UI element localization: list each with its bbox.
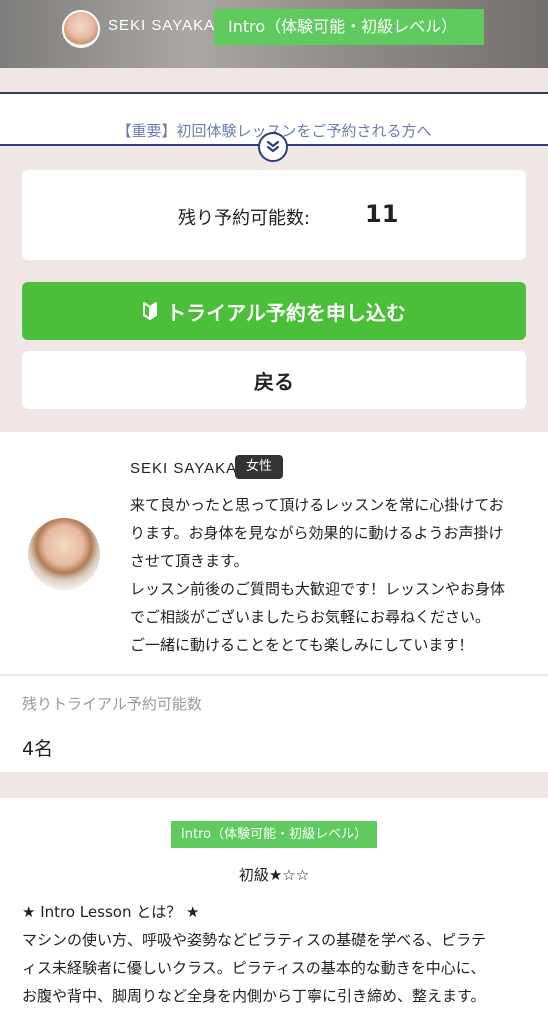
instructor-name: SEKI SAYAKA (130, 460, 238, 477)
back-button-label: 戻る (254, 369, 294, 394)
lesson-level-tag: Intro（体験可能・初級レベル） (171, 821, 377, 848)
double-chevron-down-icon[interactable] (258, 132, 288, 162)
lesson-description: ★ Intro Lesson とは？ ★ マシンの使い方、呼吸や姿勢などピラティ… (22, 898, 526, 1010)
description-line: お腹や背中、脚周りなど全身を内側から丁寧に引き締め、整えます。 (22, 987, 486, 1005)
hero-avatar (62, 10, 100, 48)
trial-reservation-button-label: トライアル予約を申し込む (166, 300, 406, 325)
remaining-slots-label: 残り予約可能数: (178, 208, 311, 229)
remaining-slots-card: 残り予約可能数: 11 (22, 170, 526, 260)
back-button[interactable]: 戻る (22, 351, 526, 409)
instructor-bio: 来て良かったと思って頂けるレッスンを常に心掛けてお ります。お身体を見ながら効果… (130, 491, 526, 659)
bio-line: レッスン前後のご質問も大歓迎です！レッスンやお身体 (130, 580, 506, 598)
instructor-avatar (28, 518, 100, 590)
bio-line: でご相談がございましたらお気軽にお尋ねください。 (130, 608, 491, 626)
description-line: マシンの使い方、呼吸や姿勢などピラティスの基礎を学べる、ピラテ (22, 931, 487, 949)
remaining-slots-value: 11 (365, 200, 399, 228)
gender-badge: 女性 (235, 455, 283, 479)
hero-class-tag: Intro（体験可能・初級レベル） (214, 9, 484, 45)
hero-instructor-name: SEKI SAYAKA (108, 17, 216, 34)
lesson-level-rating: 初級★☆☆ (238, 866, 310, 884)
divider (0, 674, 548, 676)
double-chevron-down-icon-glyph (266, 140, 280, 153)
bio-line: ご一緒に動けることをとても楽しみにしています！ (130, 636, 474, 654)
bio-line: ります。お身体を見ながら効果的に動けるようお声掛け (130, 524, 504, 542)
trial-reservation-button[interactable]: トライアル予約を申し込む (22, 282, 526, 340)
trial-availability-label: 残りトライアル予約可能数 (22, 695, 202, 713)
beginner-leaf-icon (143, 302, 158, 320)
section-divider (0, 772, 548, 798)
bio-line: 来て良かったと思って頂けるレッスンを常に心掛けてお (130, 496, 504, 514)
trial-availability-value: 4名 (22, 738, 54, 760)
description-line: ィス未経験者に優しいクラス。ピラティスの基本的な動きを中心に、 (22, 959, 486, 977)
bio-line: させて頂きます。 (130, 552, 249, 570)
hero-banner: SEKI SAYAKA Intro（体験可能・初級レベル） (0, 0, 548, 68)
description-line: ★ Intro Lesson とは？ ★ (22, 903, 200, 921)
